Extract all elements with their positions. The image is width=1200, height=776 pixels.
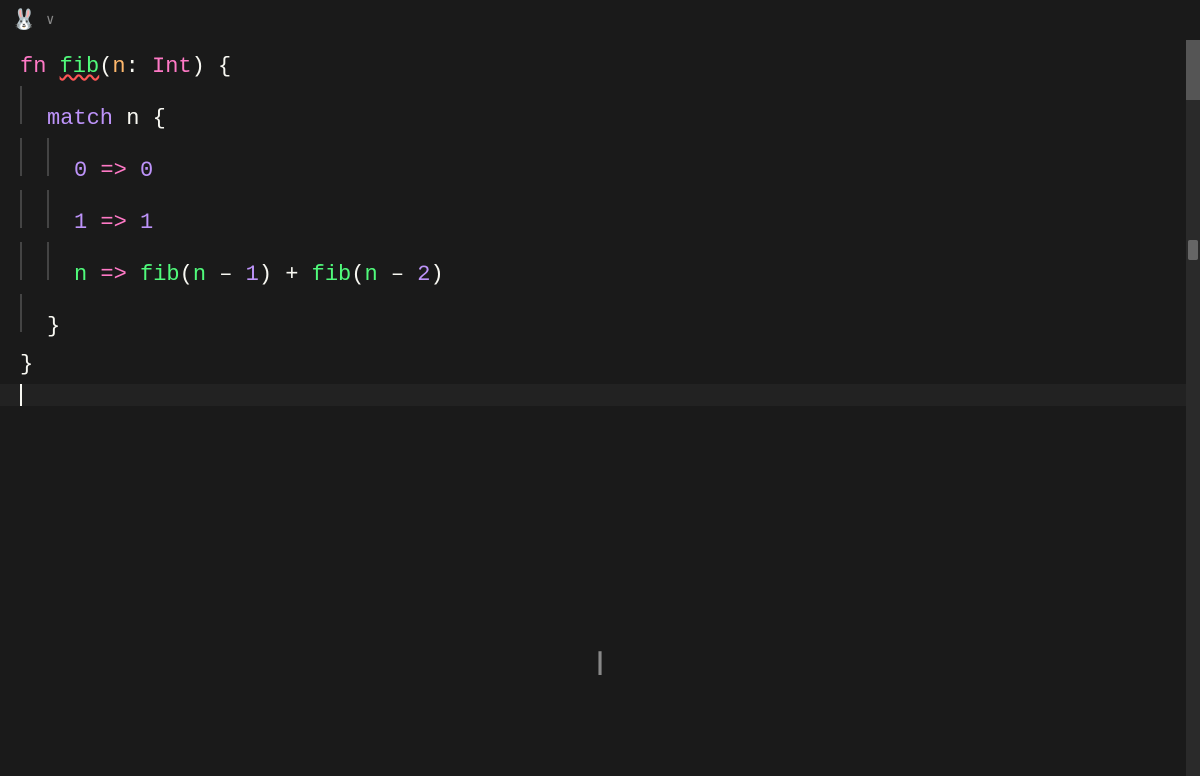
minus-1: –: [206, 256, 246, 294]
close-fn-brace: }: [20, 346, 33, 384]
cursor-line[interactable]: [0, 384, 1200, 406]
colon-sep: :: [126, 48, 152, 86]
scrollbar-track[interactable]: [1186, 40, 1200, 776]
bunny-icon: 🐰: [10, 6, 38, 34]
fib-call-1: fib: [140, 256, 180, 294]
case-1-result: 1: [140, 204, 153, 242]
fib-call-2: fib: [312, 256, 352, 294]
code-line-case1: 1 => 1: [0, 190, 1200, 242]
case-n-pattern: n: [74, 256, 87, 294]
literal-2: 2: [417, 256, 430, 294]
paren-1-close: ): [259, 256, 272, 294]
case-1-pattern: 1: [74, 204, 87, 242]
text-cursor: [20, 384, 22, 406]
type-int: Int: [152, 48, 192, 86]
arg2-n: n: [364, 256, 377, 294]
scrollbar-thumb[interactable]: [1186, 40, 1200, 100]
arrow-0: =>: [87, 152, 140, 190]
paren-open: (: [99, 48, 112, 86]
scrollbar-handle[interactable]: [1188, 240, 1198, 260]
case-0-result: 0: [140, 152, 153, 190]
paren-2-open: (: [351, 256, 364, 294]
mouse-cursor-indicator: ┃: [594, 651, 606, 676]
arg1-n: n: [193, 256, 206, 294]
code-line-fn: fn fib(n: Int) {: [0, 48, 1200, 86]
editor-container: 🐰 ∨ fn fib(n: Int) { match n { 0 => 0 1 …: [0, 0, 1200, 776]
arrow-n: =>: [87, 256, 140, 294]
paren-1-open: (: [180, 256, 193, 294]
match-n-brace: n {: [113, 100, 166, 138]
title-bar: 🐰 ∨: [0, 0, 1200, 40]
code-line-close-match: }: [0, 294, 1200, 346]
minus-2: –: [378, 256, 418, 294]
code-area[interactable]: fn fib(n: Int) { match n { 0 => 0 1 => 1…: [0, 40, 1200, 776]
case-0-pattern: 0: [74, 152, 87, 190]
code-line-case0: 0 => 0: [0, 138, 1200, 190]
close-match-brace: }: [47, 308, 60, 346]
arrow-1: =>: [87, 204, 140, 242]
keyword-match: match: [47, 100, 113, 138]
code-line-match: match n {: [0, 86, 1200, 138]
code-line-close-fn: }: [0, 346, 1200, 384]
function-name-fib: fib: [60, 48, 100, 86]
chevron-down-icon[interactable]: ∨: [46, 12, 54, 29]
code-line-casen: n => fib(n – 1) + fib(n – 2): [0, 242, 1200, 294]
keyword-fn: fn: [20, 48, 60, 86]
param-n: n: [112, 48, 125, 86]
paren-2-close: ): [430, 256, 443, 294]
literal-1: 1: [246, 256, 259, 294]
plus-op: +: [272, 256, 312, 294]
fn-open-brace: ) {: [192, 48, 232, 86]
